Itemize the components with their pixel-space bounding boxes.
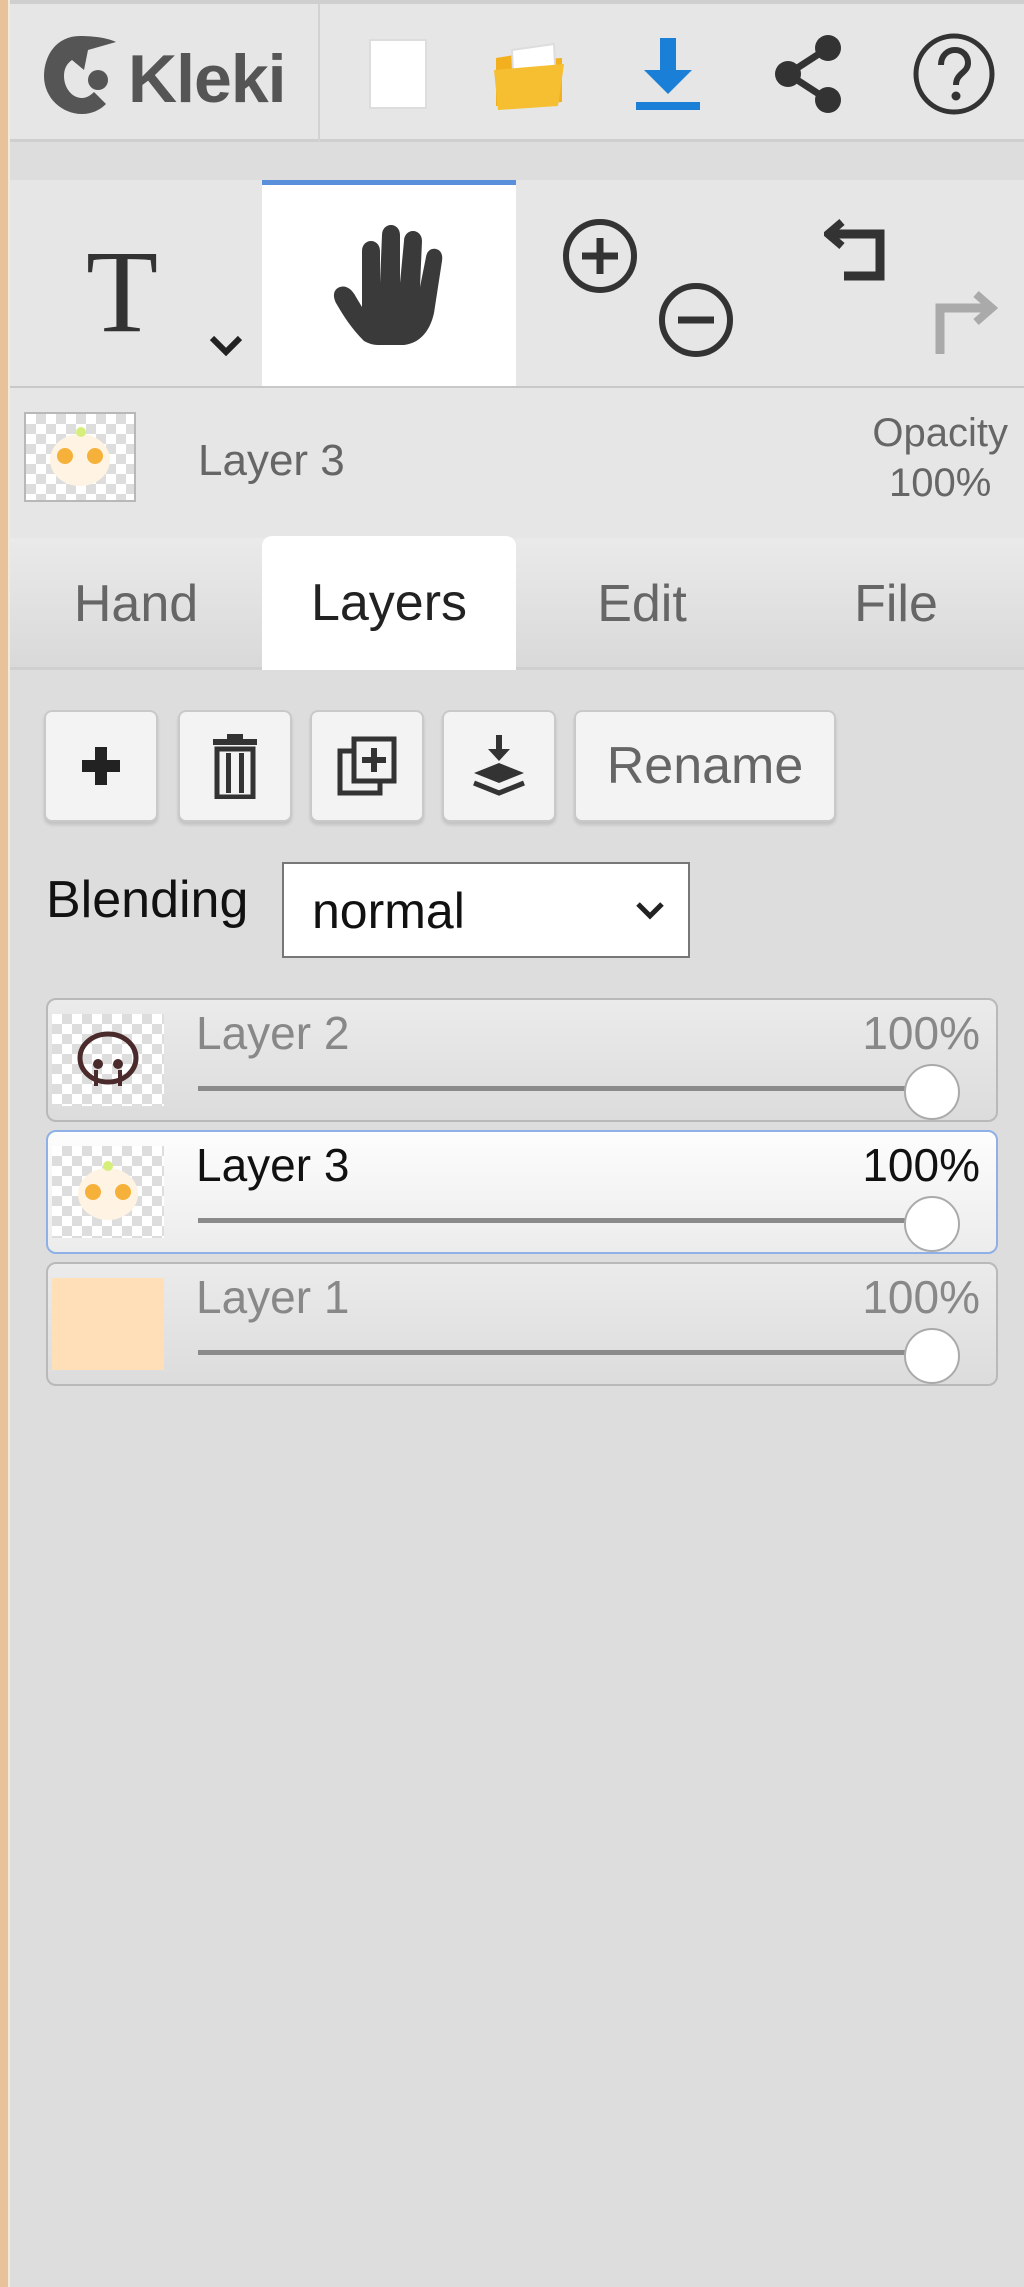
- chevron-down-icon: [636, 902, 664, 920]
- layers-panel: Rename Blending normal Layer 2 100% Laye…: [10, 670, 1024, 2287]
- current-layer-info: Layer 3 Opacity 100%: [10, 388, 1024, 538]
- new-page-icon: [369, 39, 427, 109]
- save-button[interactable]: [618, 24, 718, 124]
- duplicate-icon: [337, 736, 397, 796]
- layer-opacity: 100%: [862, 1271, 980, 1323]
- merge-layers-icon: [473, 735, 525, 796]
- share-button[interactable]: [758, 24, 858, 124]
- trash-icon: [213, 734, 257, 799]
- download-icon: [636, 38, 700, 110]
- chevron-down-icon[interactable]: [206, 330, 246, 360]
- hand-icon: [333, 225, 443, 345]
- current-layer-thumbnail: [24, 412, 136, 502]
- opacity-slider-knob[interactable]: [904, 1328, 960, 1384]
- current-layer-opacity: Opacity 100%: [872, 408, 1008, 508]
- layer-thumbnail: [52, 1278, 164, 1370]
- tab-layers[interactable]: Layers: [262, 536, 516, 670]
- hand-tool-button[interactable]: [262, 180, 516, 386]
- opacity-slider-fill: [198, 1218, 938, 1223]
- zoom-out-icon[interactable]: [656, 280, 736, 360]
- opacity-value: 100%: [889, 461, 992, 505]
- zoom-group: [516, 180, 768, 386]
- opacity-slider-knob[interactable]: [904, 1196, 960, 1252]
- folder-icon: [494, 42, 564, 110]
- layer-row-layer-2[interactable]: Layer 2 100%: [46, 998, 998, 1122]
- opacity-slider-fill: [198, 1086, 938, 1091]
- text-tool-button[interactable]: T: [10, 180, 262, 386]
- duplicate-layer-button[interactable]: [310, 710, 424, 822]
- undo-icon[interactable]: [824, 210, 904, 290]
- layer-name: Layer 3: [196, 1139, 350, 1191]
- layer-opacity: 100%: [862, 1007, 980, 1059]
- layer-row-layer-3[interactable]: Layer 3 100%: [46, 1130, 998, 1254]
- opacity-slider[interactable]: [198, 1218, 938, 1223]
- top-toolbar: Kleki: [10, 4, 1024, 142]
- new-image-button[interactable]: [348, 24, 448, 124]
- layer-thumbnail: [52, 1146, 164, 1238]
- opacity-label: Opacity: [872, 411, 1008, 455]
- layer-name: Layer 2: [196, 1007, 350, 1059]
- history-group: [768, 180, 1024, 386]
- rename-label: Rename: [606, 737, 804, 795]
- kleki-logo-icon: [44, 36, 116, 114]
- opacity-slider-knob[interactable]: [904, 1064, 960, 1120]
- open-button[interactable]: [480, 24, 580, 124]
- face-thumbnail-icon: [50, 427, 110, 486]
- redo-icon[interactable]: [918, 282, 998, 362]
- skull-thumbnail-icon: [77, 1031, 139, 1086]
- share-icon: [775, 35, 841, 113]
- panel-tabs: Hand Layers Edit File: [10, 536, 1024, 670]
- opacity-slider-fill: [198, 1350, 938, 1355]
- blending-value: normal: [312, 883, 465, 939]
- face-thumbnail-icon: [78, 1161, 138, 1220]
- delete-layer-button[interactable]: [178, 710, 292, 822]
- tool-row: T: [10, 180, 1024, 388]
- opacity-slider[interactable]: [198, 1086, 938, 1091]
- rename-layer-button[interactable]: Rename: [574, 710, 836, 822]
- help-icon: [913, 33, 995, 115]
- help-button[interactable]: [904, 24, 1004, 124]
- plus-icon: [82, 747, 120, 785]
- logo[interactable]: Kleki: [10, 4, 320, 142]
- text-tool-icon: T: [86, 226, 159, 357]
- zoom-in-icon[interactable]: [560, 216, 640, 296]
- add-layer-button[interactable]: [44, 710, 158, 822]
- layer-row-layer-1[interactable]: Layer 1 100%: [46, 1262, 998, 1386]
- merge-down-button[interactable]: [442, 710, 556, 822]
- opacity-slider[interactable]: [198, 1350, 938, 1355]
- current-layer-name: Layer 3: [198, 436, 345, 485]
- canvas-edge: [0, 0, 8, 2287]
- tab-edit[interactable]: Edit: [516, 538, 768, 670]
- layer-name: Layer 1: [196, 1271, 350, 1323]
- tab-file[interactable]: File: [768, 538, 1024, 670]
- layer-opacity: 100%: [862, 1139, 980, 1191]
- layer-thumbnail: [52, 1014, 164, 1106]
- tab-hand[interactable]: Hand: [10, 538, 262, 670]
- app-name: Kleki: [128, 41, 287, 117]
- blending-label: Blending: [46, 871, 249, 929]
- blending-select[interactable]: normal: [282, 862, 690, 958]
